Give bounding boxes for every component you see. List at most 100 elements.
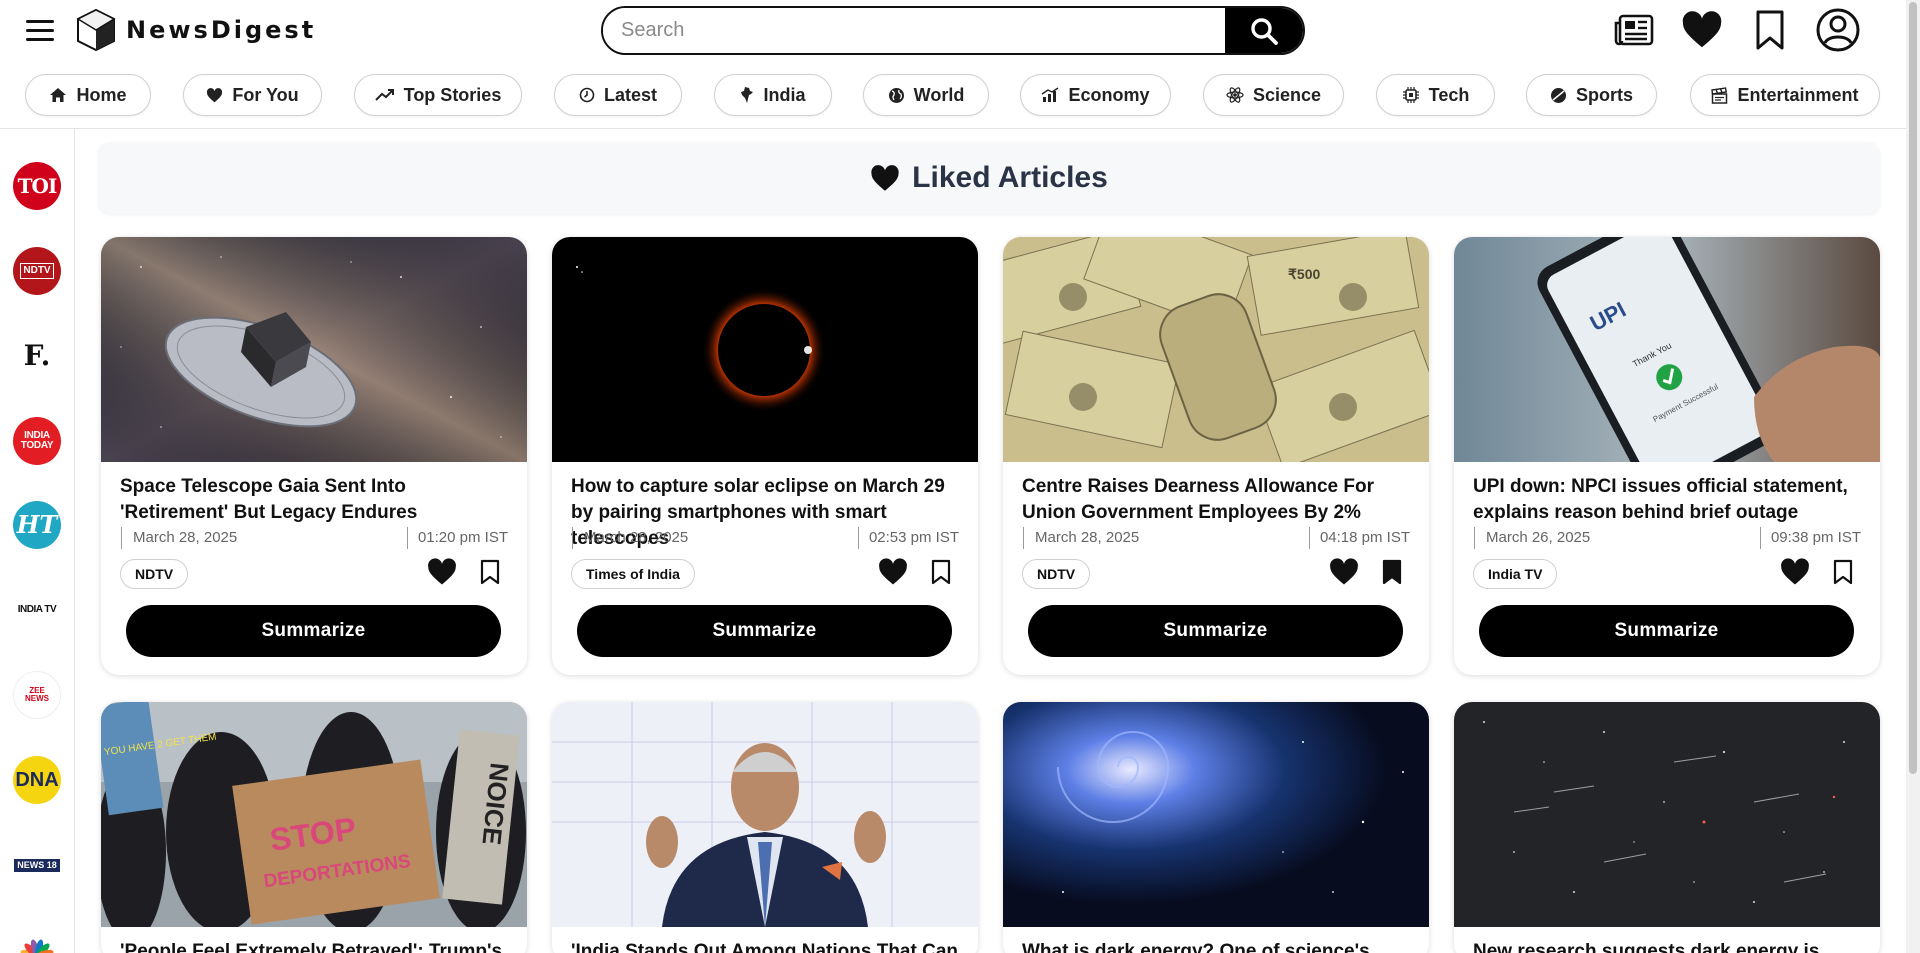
bookmark-icon bbox=[1833, 559, 1853, 585]
category-label: Science bbox=[1252, 84, 1322, 105]
article-title[interactable]: 'People Feel Extremely Betrayed': Trump'… bbox=[120, 939, 510, 953]
summarize-button[interactable]: Summarize bbox=[577, 605, 952, 657]
category-economy[interactable]: Economy bbox=[1020, 74, 1171, 116]
search-button[interactable] bbox=[1225, 8, 1303, 53]
menu-icon[interactable] bbox=[26, 20, 54, 42]
article-time: 04:18 pm IST bbox=[1308, 527, 1410, 549]
summarize-button[interactable]: Summarize bbox=[1479, 605, 1854, 657]
bookmark-button[interactable] bbox=[1826, 555, 1860, 589]
article-card[interactable]: UPI Thank You Payment Successful UPI dow… bbox=[1454, 237, 1880, 675]
article-card[interactable]: New research suggests dark energy is bbox=[1454, 702, 1880, 953]
article-image-banknotes[interactable]: ₹500 bbox=[1003, 237, 1429, 462]
source-ndtv-logo[interactable]: NDTV bbox=[13, 247, 61, 295]
category-latest[interactable]: Latest bbox=[554, 74, 682, 116]
home-icon bbox=[50, 88, 67, 102]
divider bbox=[0, 128, 1906, 129]
category-india[interactable]: India bbox=[714, 74, 832, 116]
page-title: Liked Articles bbox=[912, 161, 1108, 194]
like-button[interactable] bbox=[1327, 555, 1361, 589]
article-card[interactable]: STOP DEPORTATIONS YOU HAVE 2 GET THEM NO… bbox=[101, 702, 527, 953]
source-badge: NDTV bbox=[1022, 559, 1091, 589]
heart-icon bbox=[871, 164, 899, 191]
source-cnbc-logo[interactable] bbox=[13, 921, 61, 953]
article-card[interactable]: ₹500 Centre Raises Dearness Allowance Fo… bbox=[1003, 237, 1429, 675]
article-title[interactable]: Centre Raises Dearness Allowance For Uni… bbox=[1022, 474, 1412, 526]
article-card[interactable]: What is dark energy? One of science's gr… bbox=[1003, 702, 1429, 953]
article-image-upi-phone[interactable]: UPI Thank You Payment Successful bbox=[1454, 237, 1880, 462]
bookmark-button[interactable] bbox=[924, 555, 958, 589]
source-toi-logo[interactable]: TOI bbox=[13, 162, 61, 210]
search-input[interactable] bbox=[603, 8, 1225, 53]
source-news18-logo[interactable]: NEWS 18 bbox=[13, 841, 61, 889]
article-image-speaker[interactable] bbox=[552, 702, 978, 927]
source-india-tv-logo[interactable]: INDIA TV bbox=[13, 586, 61, 634]
article-title[interactable]: New research suggests dark energy is bbox=[1473, 939, 1863, 953]
article-image-galaxy-field[interactable] bbox=[1454, 702, 1880, 927]
source-india-today-logo[interactable]: INDIA TODAY bbox=[13, 417, 61, 465]
article-time: 01:20 pm IST bbox=[406, 527, 508, 549]
article-image-protest[interactable]: STOP DEPORTATIONS YOU HAVE 2 GET THEM NO… bbox=[101, 702, 527, 927]
globe-icon bbox=[888, 87, 904, 103]
summarize-button[interactable]: Summarize bbox=[126, 605, 501, 657]
category-entertainment[interactable]: Entertainment bbox=[1690, 74, 1880, 116]
category-tech[interactable]: Tech bbox=[1376, 74, 1495, 116]
bookmark-filled-icon bbox=[1382, 559, 1402, 585]
heart-icon bbox=[879, 558, 907, 585]
category-home[interactable]: Home bbox=[25, 74, 151, 116]
category-label: Top Stories bbox=[403, 84, 502, 105]
like-button[interactable] bbox=[876, 555, 910, 589]
bookmark-icon bbox=[931, 559, 951, 585]
bookmark-button-filled[interactable] bbox=[1375, 555, 1409, 589]
category-label: For You bbox=[232, 84, 299, 105]
article-image-dark-energy[interactable] bbox=[1003, 702, 1429, 927]
newspaper-icon[interactable] bbox=[1612, 8, 1656, 52]
source-badge: NDTV bbox=[120, 559, 189, 589]
category-top-stories[interactable]: Top Stories bbox=[354, 74, 522, 116]
heart-icon bbox=[428, 558, 456, 585]
article-image-solar-eclipse[interactable] bbox=[552, 237, 978, 462]
article-card[interactable]: Space Telescope Gaia Sent Into 'Retireme… bbox=[101, 237, 527, 675]
like-button[interactable] bbox=[1778, 555, 1812, 589]
article-card[interactable]: 'India Stands Out Among Nations That Can bbox=[552, 702, 978, 953]
page-scrollbar[interactable] bbox=[1906, 0, 1920, 953]
source-badge: Times of India bbox=[571, 559, 695, 589]
bookmark-icon[interactable] bbox=[1748, 8, 1792, 52]
bookmark-icon bbox=[480, 559, 500, 585]
user-icon[interactable] bbox=[1816, 8, 1860, 52]
category-label: India bbox=[763, 84, 806, 105]
sources-sidebar: TOI NDTV F. INDIA TODAY HT INDIA TV ZEE … bbox=[0, 129, 75, 953]
scrollbar-thumb[interactable] bbox=[1909, 2, 1917, 774]
india-map-icon bbox=[741, 87, 754, 103]
search-icon bbox=[1251, 17, 1278, 45]
category-label: Latest bbox=[603, 84, 657, 105]
article-time: 02:53 pm IST bbox=[857, 527, 959, 549]
category-label: Economy bbox=[1068, 84, 1150, 105]
trending-icon bbox=[374, 89, 394, 101]
bookmark-button[interactable] bbox=[473, 555, 507, 589]
heart-icon bbox=[207, 87, 223, 102]
search-bar bbox=[601, 6, 1305, 55]
heart-icon bbox=[1781, 558, 1809, 585]
banknote-value-text: ₹500 bbox=[1288, 266, 1320, 282]
app-logo[interactable]: NewsDigest bbox=[76, 8, 316, 52]
cube-logo-icon bbox=[76, 8, 116, 52]
category-sports[interactable]: Sports bbox=[1526, 74, 1657, 116]
article-title[interactable]: UPI down: NPCI issues official statement… bbox=[1473, 474, 1863, 526]
article-date: March 28, 2025 bbox=[1023, 527, 1139, 549]
source-ht-logo[interactable]: HT bbox=[13, 501, 61, 549]
category-world[interactable]: World bbox=[863, 74, 989, 116]
heart-icon[interactable] bbox=[1680, 8, 1724, 52]
article-card[interactable]: How to capture solar eclipse on March 29… bbox=[552, 237, 978, 675]
source-forbes-logo[interactable]: F. bbox=[13, 332, 61, 380]
source-badge: India TV bbox=[1473, 559, 1558, 589]
like-button[interactable] bbox=[425, 555, 459, 589]
source-zee-news-logo[interactable]: ZEE NEWS bbox=[13, 671, 61, 719]
article-image-space-telescope[interactable] bbox=[101, 237, 527, 462]
source-dna-logo[interactable]: DNA bbox=[13, 756, 61, 804]
category-science[interactable]: Science bbox=[1203, 74, 1344, 116]
category-for-you[interactable]: For You bbox=[183, 74, 322, 116]
article-title[interactable]: 'India Stands Out Among Nations That Can bbox=[571, 939, 961, 953]
article-title[interactable]: Space Telescope Gaia Sent Into 'Retireme… bbox=[120, 474, 510, 526]
summarize-button[interactable]: Summarize bbox=[1028, 605, 1403, 657]
article-title[interactable]: What is dark energy? One of science's gr… bbox=[1022, 939, 1412, 953]
